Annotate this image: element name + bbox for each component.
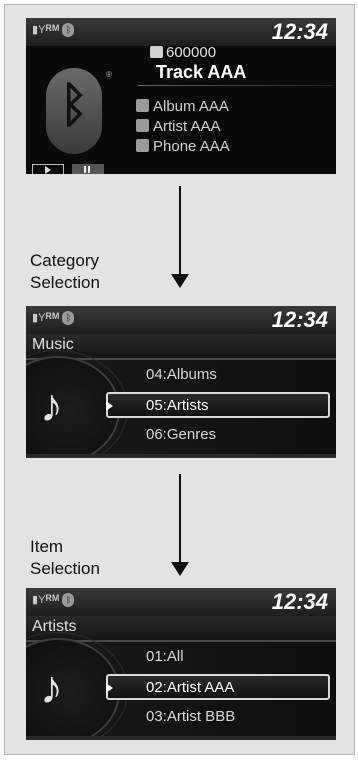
status-bar: ▮YRM ᛒ 12:34 (26, 306, 336, 334)
category-list: ♪ 04:Albums 05:Artists 06:Genres (26, 350, 336, 458)
clock: 12:34 (271, 307, 328, 332)
bluetooth-logo-icon: ᛒ (46, 68, 102, 154)
list-item[interactable]: 01:All (146, 648, 184, 665)
music-note-icon: ♪ (40, 379, 63, 431)
down-arrow-icon (170, 474, 190, 578)
item-screen: ▮YRM ᛒ 12:34 Artists ♪ 01:All 02:Artist A… (26, 588, 336, 740)
clock: 12:34 (271, 19, 328, 44)
album-icon (136, 99, 149, 112)
track-title: Track AAA (156, 62, 247, 82)
music-note-icon (150, 46, 163, 58)
album-row: Album AAA (136, 98, 229, 115)
divider (138, 85, 332, 86)
registered-mark-icon: ® (106, 70, 112, 79)
item-list: ♪ 01:All 02:Artist AAA 03:Artist BBB (26, 632, 336, 740)
phone-icon (136, 139, 149, 152)
now-playing-screen: ▮YRM ᛒ 12:34 ᛒ ® 600000 Track AAA Album A… (26, 18, 336, 174)
item-selection-label: Item Selection (30, 537, 100, 578)
status-icons: ▮YRM ᛒ (32, 311, 75, 325)
music-note-icon: ♪ (40, 661, 63, 713)
bluetooth-status-icon: ᛒ (62, 311, 75, 325)
list-item-selected[interactable]: 02:Artist AAA (106, 674, 330, 700)
bottom-strip (26, 454, 336, 458)
bottom-strip (26, 736, 336, 740)
bluetooth-status-icon: ᛒ (62, 593, 75, 607)
pause-button[interactable] (72, 164, 104, 174)
list-item-selected[interactable]: 05:Artists (106, 392, 330, 418)
status-icons: ▮YRM ᛒ (32, 593, 75, 607)
track-number: 600000 (150, 44, 216, 61)
roaming-indicator: RM (45, 23, 60, 33)
bluetooth-status-icon: ᛒ (62, 23, 75, 37)
play-button[interactable] (32, 164, 64, 174)
clock: 12:34 (271, 589, 328, 614)
list-item[interactable]: 03:Artist BBB (146, 708, 235, 725)
down-arrow-icon (170, 186, 190, 290)
phone-row: Phone AAA (136, 138, 230, 155)
status-bar: ▮YRM ᛒ 12:34 (26, 18, 336, 46)
artist-icon (136, 119, 149, 132)
status-icons: ▮YRM ᛒ (32, 23, 75, 37)
list-item[interactable]: 06:Genres (146, 426, 216, 443)
artist-row: Artist AAA (136, 118, 221, 135)
list-item[interactable]: 04:Albums (146, 366, 217, 383)
category-selection-label: Category Selection (30, 251, 100, 292)
roaming-indicator: RM (45, 593, 60, 603)
roaming-indicator: RM (45, 311, 60, 321)
status-bar: ▮YRM ᛒ 12:34 (26, 588, 336, 616)
category-screen: ▮YRM ᛒ 12:34 Music ♪ 04:Albums 05:Artists… (26, 306, 336, 458)
